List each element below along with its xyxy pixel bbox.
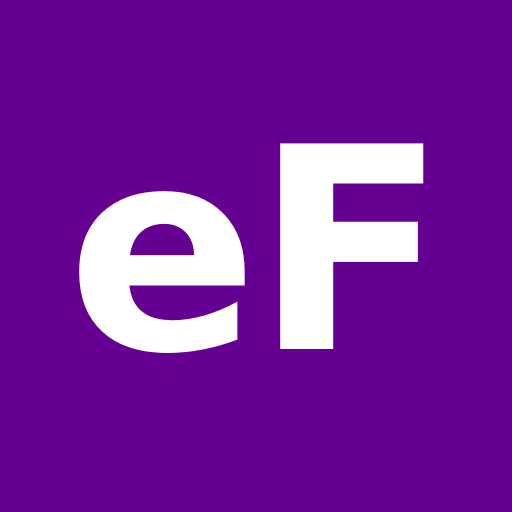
app-logo-tile: eF xyxy=(0,0,512,512)
logo-monogram: eF xyxy=(67,87,447,416)
